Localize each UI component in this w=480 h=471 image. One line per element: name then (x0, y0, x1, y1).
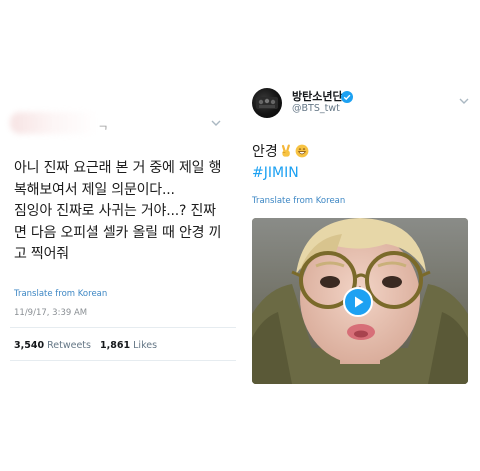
tweet-text: 아니 진짜 요근래 본 거 중에 제일 행 복해보여서 제일 의문이다... 짐… (14, 160, 222, 263)
account-handle[interactable]: @BTS_twt (292, 103, 340, 114)
tweet-text: 안경 (252, 144, 278, 160)
likes-label[interactable]: Likes (133, 340, 157, 351)
tweet-text-line: 안경 (252, 142, 309, 163)
tweet-timestamp[interactable]: 11/9/17, 3:39 AM (14, 308, 87, 318)
verified-badge-icon (341, 88, 353, 103)
right-tweet-card: 방탄소년단 @BTS_twt 안경 #JIMIN Translate from … (240, 70, 480, 400)
retweets-count[interactable]: 3,540 (14, 340, 44, 351)
blurred-display-name (10, 112, 100, 134)
play-icon (355, 296, 364, 308)
divider (10, 360, 236, 361)
divider (10, 327, 236, 328)
retweets-label[interactable]: Retweets (47, 340, 91, 351)
video-thumbnail[interactable] (252, 218, 468, 384)
grinning-face-icon (295, 144, 309, 158)
translate-link[interactable]: Translate from Korean (252, 196, 345, 206)
chevron-down-icon[interactable] (210, 118, 222, 128)
account-name[interactable]: 방탄소년단 (292, 88, 343, 104)
avatar[interactable] (252, 88, 282, 118)
victory-hand-icon (279, 144, 293, 158)
chevron-down-icon[interactable] (458, 96, 470, 106)
blurred-name-mark: ᄀ (98, 124, 109, 137)
play-button[interactable] (343, 287, 373, 317)
hashtag-link[interactable]: #JIMIN (252, 163, 299, 184)
tweet-stats: 3,540 Retweets 1,861 Likes (14, 340, 157, 351)
likes-count[interactable]: 1,861 (100, 340, 130, 351)
left-tweet-card: ᄀ 아니 진짜 요근래 본 거 중에 제일 행 복해보여서 제일 의문이다...… (0, 0, 236, 471)
translate-link[interactable]: Translate from Korean (14, 289, 107, 299)
